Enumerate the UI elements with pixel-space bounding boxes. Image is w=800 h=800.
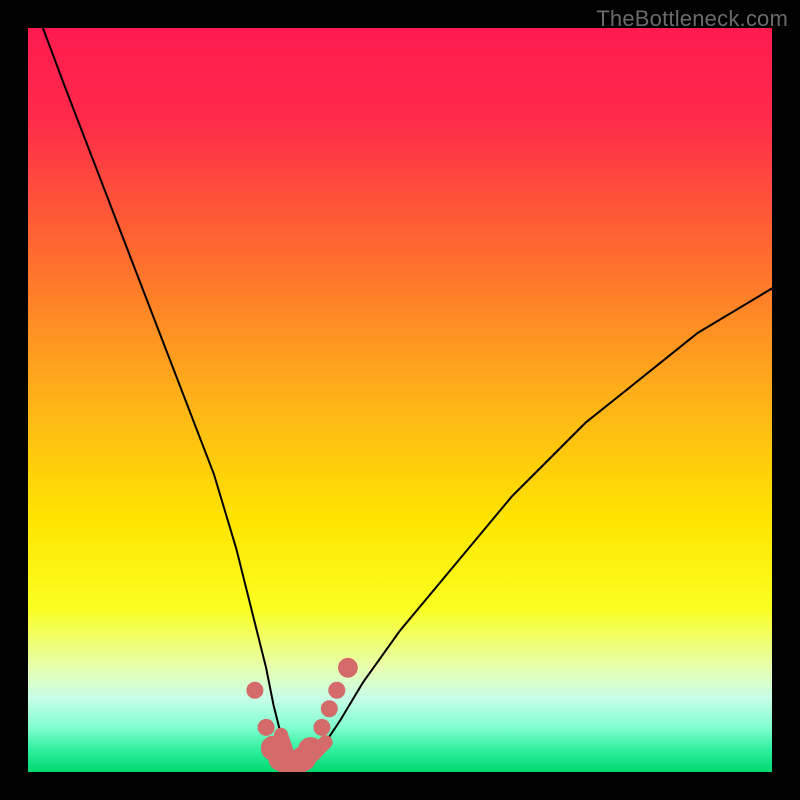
watermark-text: TheBottleneck.com xyxy=(596,6,788,32)
curve-marker xyxy=(258,719,274,735)
curve-marker xyxy=(329,682,345,698)
curve-marker xyxy=(299,738,323,762)
bottleneck-chart xyxy=(28,28,772,772)
curve-marker xyxy=(339,658,358,677)
chart-background-gradient xyxy=(28,28,772,772)
chart-plot-area xyxy=(28,28,772,772)
curve-marker xyxy=(321,701,337,717)
chart-frame: TheBottleneck.com xyxy=(0,0,800,800)
curve-marker xyxy=(247,682,263,698)
curve-marker xyxy=(314,719,330,735)
